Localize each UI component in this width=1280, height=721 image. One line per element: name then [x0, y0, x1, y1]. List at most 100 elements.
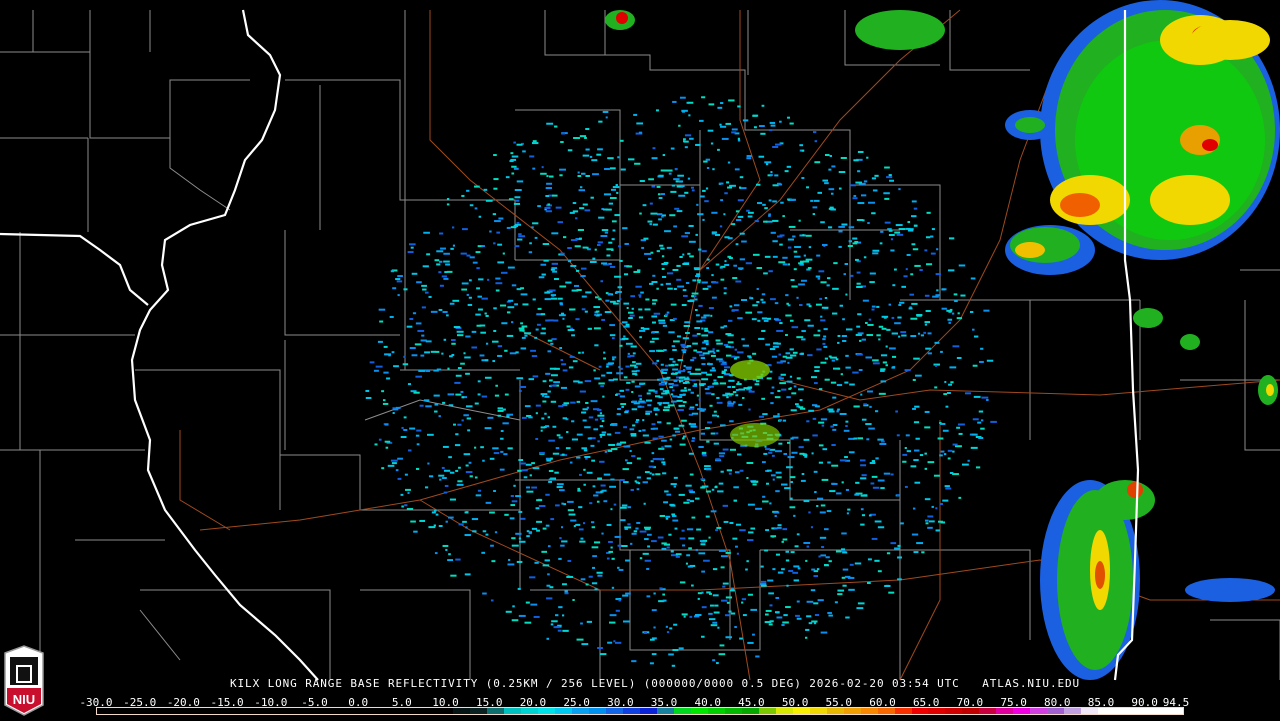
radar-echo — [816, 568, 820, 571]
radar-echo — [392, 287, 397, 290]
radar-echo — [600, 235, 608, 238]
radar-echo — [796, 533, 800, 536]
radar-echo — [581, 411, 587, 414]
radar-echo — [408, 449, 412, 452]
radar-echo — [703, 314, 710, 317]
radar-echo — [575, 523, 581, 526]
storm-cell — [1190, 20, 1270, 60]
radar-echo — [692, 356, 697, 359]
radar-echo — [670, 550, 674, 553]
radar-echo — [605, 116, 608, 119]
radar-echo — [930, 252, 936, 255]
radar-echo — [599, 433, 606, 436]
radar-echo — [874, 410, 879, 413]
radar-echo — [832, 396, 837, 399]
radar-echo — [521, 336, 526, 339]
radar-echo — [583, 449, 588, 452]
radar-echo — [674, 168, 678, 171]
radar-echo — [493, 490, 496, 493]
radar-echo — [786, 165, 791, 168]
color-bar-segment — [368, 708, 386, 714]
radar-echo — [609, 197, 617, 200]
radar-echo — [484, 312, 487, 315]
radar-echo — [495, 384, 498, 387]
radar-echo — [639, 530, 647, 533]
radar-echo — [769, 448, 776, 451]
radar-echo — [796, 600, 800, 603]
radar-echo — [716, 349, 720, 352]
color-bar-segment — [1166, 708, 1183, 714]
radar-echo — [670, 372, 678, 375]
radar-echo — [729, 420, 734, 423]
radar-echo — [845, 293, 848, 296]
radar-echo — [739, 529, 746, 532]
radar-echo — [878, 392, 886, 395]
radar-echo — [661, 371, 664, 374]
radar-echo — [681, 613, 688, 616]
radar-echo — [700, 195, 705, 198]
radar-echo — [772, 478, 775, 481]
radar-echo — [451, 226, 455, 229]
radar-echo — [803, 254, 806, 257]
radar-echo — [547, 203, 551, 206]
radar-echo — [790, 409, 797, 412]
radar-echo — [683, 140, 689, 143]
radar-echo — [644, 308, 651, 311]
radar-echo — [545, 187, 552, 190]
radar-echo — [727, 404, 734, 407]
radar-echo — [872, 359, 879, 362]
radar-echo — [672, 268, 679, 271]
radar-echo — [810, 526, 813, 529]
radar-echo — [416, 443, 420, 446]
radar-echo — [860, 194, 867, 197]
radar-echo — [593, 327, 601, 330]
radar-echo — [856, 607, 864, 610]
radar-echo — [838, 171, 846, 174]
radar-echo — [596, 500, 600, 503]
radar-echo — [683, 294, 688, 297]
radar-echo — [732, 537, 738, 540]
radar-echo — [894, 322, 901, 325]
radar-echo — [679, 96, 686, 99]
radar-echo — [924, 452, 927, 455]
radar-echo — [649, 638, 655, 641]
radar-echo — [410, 246, 414, 249]
radar-echo — [510, 504, 516, 507]
radar-echo — [515, 532, 522, 535]
radar-echo — [868, 427, 875, 430]
color-bar-segment — [1081, 708, 1099, 714]
radar-echo — [642, 481, 648, 484]
radar-echo — [610, 546, 613, 549]
radar-echo — [627, 355, 631, 358]
radar-echo — [671, 664, 676, 667]
radar-echo — [747, 215, 753, 218]
radar-echo — [783, 614, 788, 617]
radar-echo — [694, 309, 698, 312]
radar-echo — [572, 202, 577, 205]
radar-echo — [382, 402, 389, 405]
radar-echo — [737, 381, 740, 384]
radar-echo — [726, 393, 734, 396]
radar-echo — [924, 323, 928, 326]
radar-echo — [591, 459, 596, 462]
radar-echo — [445, 520, 448, 523]
radar-echo — [598, 120, 603, 123]
radar-echo — [461, 396, 465, 399]
storm-cell — [1185, 578, 1275, 602]
radar-echo — [775, 611, 780, 614]
radar-echo — [695, 614, 702, 617]
radar-echo — [857, 602, 865, 605]
radar-echo — [728, 400, 732, 403]
radar-echo — [447, 367, 450, 370]
radar-echo — [886, 176, 893, 179]
radar-echo — [538, 504, 546, 507]
radar-echo — [535, 404, 541, 407]
radar-echo — [659, 514, 666, 517]
radar-echo — [720, 566, 725, 569]
radar-echo — [717, 376, 724, 379]
radar-echo — [845, 366, 851, 369]
radar-echo — [682, 351, 686, 354]
radar-echo — [559, 285, 567, 288]
radar-echo — [821, 424, 825, 427]
radar-echo — [943, 453, 947, 456]
